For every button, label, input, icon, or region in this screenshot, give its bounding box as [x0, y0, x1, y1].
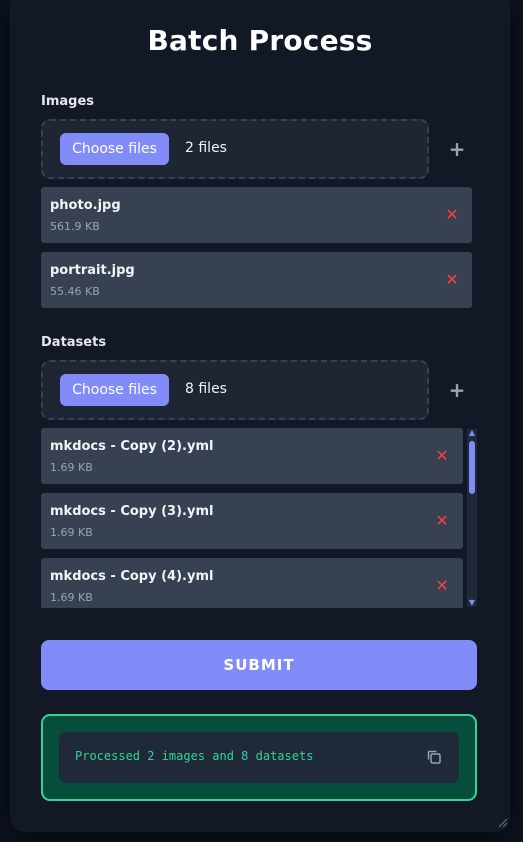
scroll-thumb[interactable]: [469, 441, 475, 494]
datasets-scrollbar[interactable]: ▲ ▼: [467, 429, 477, 607]
file-name: portrait.jpg: [50, 263, 135, 278]
images-label: Images: [41, 94, 95, 109]
submit-button[interactable]: SUBMIT: [41, 640, 477, 690]
dataset-file-item: mkdocs - Copy (2).yml 1.69 KB ✕: [41, 428, 463, 484]
page-title: Batch Process: [147, 24, 373, 57]
datasets-label: Datasets: [41, 335, 107, 350]
file-size: 1.69 KB: [50, 591, 93, 604]
remove-file-icon[interactable]: ✕: [435, 513, 449, 529]
remove-file-icon[interactable]: ✕: [435, 578, 449, 594]
file-name: mkdocs - Copy (2).yml: [50, 439, 214, 454]
datasets-file-list[interactable]: mkdocs - Copy (2).yml 1.69 KB ✕ mkdocs -…: [10, 427, 510, 608]
file-size: 1.69 KB: [50, 461, 93, 474]
file-size: 55.46 KB: [50, 285, 100, 298]
scroll-down-arrow-icon[interactable]: ▼: [467, 599, 477, 607]
result-panel: Processed 2 images and 8 datasets: [41, 714, 477, 801]
result-text: Processed 2 images and 8 datasets: [75, 749, 314, 763]
file-name: mkdocs - Copy (3).yml: [50, 504, 214, 519]
file-size: 1.69 KB: [50, 526, 93, 539]
remove-file-icon[interactable]: ✕: [435, 448, 449, 464]
dataset-file-item: mkdocs - Copy (3).yml 1.69 KB ✕: [41, 493, 463, 549]
datasets-choose-files-button[interactable]: Choose files: [60, 374, 169, 406]
file-size: 561.9 KB: [50, 220, 100, 233]
batch-process-card: Batch Process Images Choose files 2 file…: [10, 0, 510, 832]
file-name: mkdocs - Copy (4).yml: [50, 569, 214, 584]
images-add-icon[interactable]: +: [448, 139, 466, 159]
datasets-dropzone[interactable]: Choose files 8 files: [41, 360, 429, 420]
dataset-file-item: mkdocs - Copy (4).yml 1.69 KB ✕: [41, 558, 463, 608]
datasets-add-icon[interactable]: +: [448, 380, 466, 400]
scroll-up-arrow-icon[interactable]: ▲: [467, 429, 477, 437]
copy-icon[interactable]: [425, 748, 443, 766]
images-file-count: 2 files: [185, 140, 227, 156]
remove-file-icon[interactable]: ✕: [445, 207, 459, 223]
images-choose-files-button[interactable]: Choose files: [60, 133, 169, 165]
file-name: photo.jpg: [50, 198, 121, 213]
image-file-item: photo.jpg 561.9 KB ✕: [41, 187, 472, 243]
resize-grip-icon[interactable]: [498, 818, 508, 828]
images-dropzone[interactable]: Choose files 2 files: [41, 119, 429, 179]
image-file-item: portrait.jpg 55.46 KB ✕: [41, 252, 472, 308]
datasets-file-count: 8 files: [185, 381, 227, 397]
result-output-box: Processed 2 images and 8 datasets: [59, 732, 459, 783]
remove-file-icon[interactable]: ✕: [445, 272, 459, 288]
